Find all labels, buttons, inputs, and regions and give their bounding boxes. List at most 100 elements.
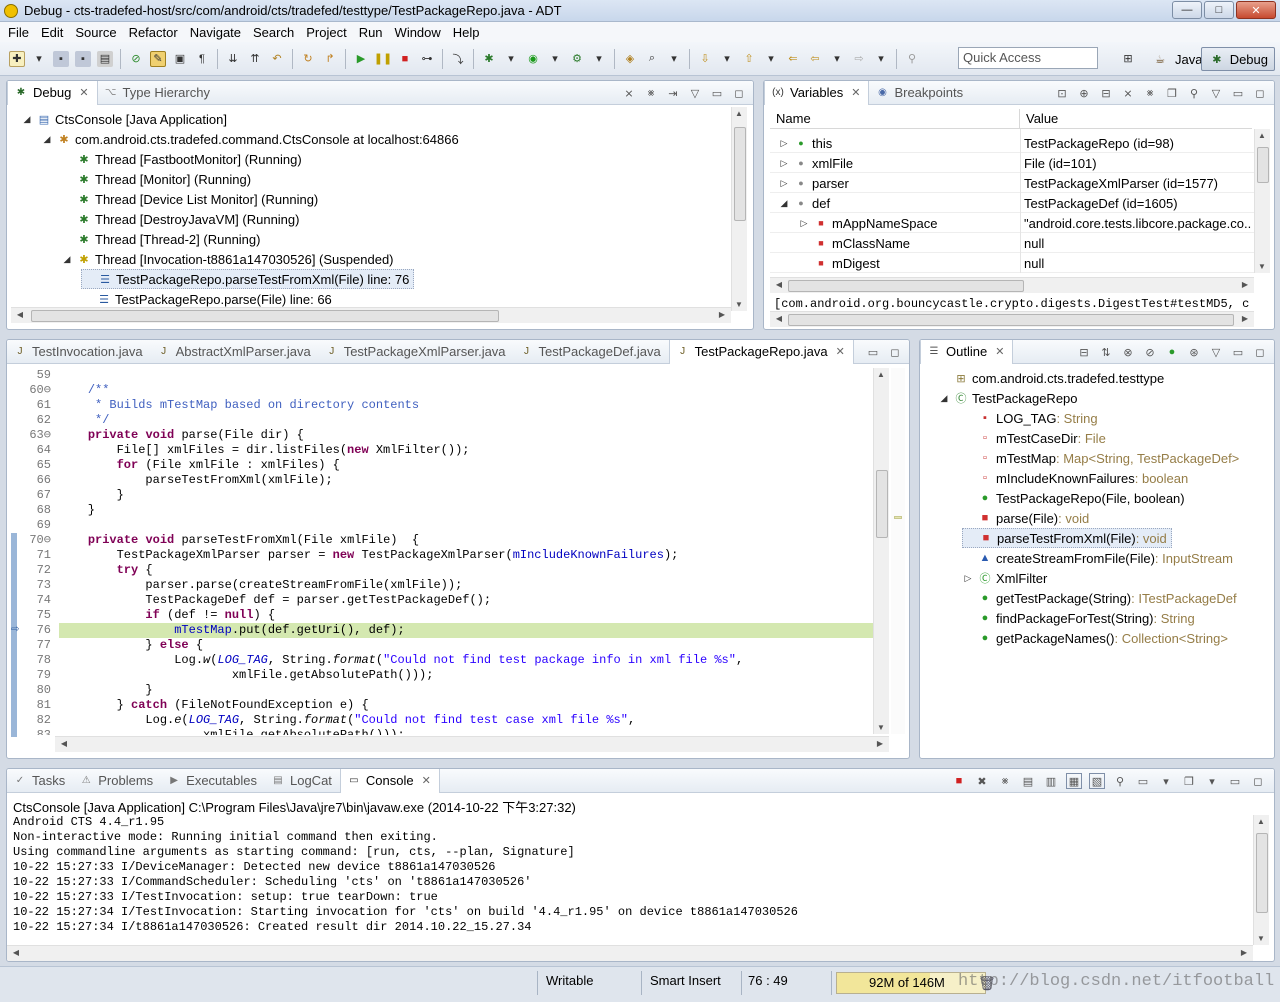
code-line[interactable]: 78 Log.w(LOG_TAG, String.format("Could n… — [11, 653, 873, 668]
hide-nonpublic-icon[interactable]: ● — [1164, 344, 1180, 360]
variable-value[interactable]: File (id=101) — [1024, 153, 1252, 173]
step-return-icon[interactable]: ↱ — [322, 51, 338, 67]
code-line[interactable]: 59 — [11, 368, 873, 383]
show-logical-structure-icon[interactable]: ⊕ — [1076, 85, 1092, 101]
console-vertical-scrollbar[interactable]: ▲ ▼ — [1253, 815, 1269, 945]
editor-tab-abstractxmlparser-java[interactable]: J AbstractXmlParser.java — [151, 340, 319, 364]
show-type-names-icon[interactable]: ⊡ — [1054, 85, 1070, 101]
block-selection-icon[interactable]: ▣ — [172, 51, 188, 67]
tab-problems[interactable]: ⚠ Problems — [73, 769, 161, 793]
minimize-view-icon[interactable]: ▭ — [865, 344, 881, 360]
tab-logcat[interactable]: ▤ LogCat — [265, 769, 340, 793]
last-edit-icon[interactable]: ↶ — [269, 51, 285, 67]
open-type-icon[interactable]: ◈ — [622, 51, 638, 67]
minimize-button[interactable]: — — [1172, 1, 1202, 19]
code-line[interactable]: 77 } else { — [11, 638, 873, 653]
variable-value[interactable]: null — [1024, 233, 1252, 253]
refresh-icon[interactable]: ↻ — [300, 51, 316, 67]
dropdown-arrow-icon[interactable]: ▾ — [591, 51, 607, 67]
remove-terminated-icon[interactable]: ⨯ — [621, 85, 637, 101]
close-button[interactable]: ✕ — [1236, 1, 1276, 19]
console-horizontal-scrollbar[interactable]: ◀ ▶ — [7, 945, 1253, 961]
close-tab-icon[interactable]: ✕ — [422, 774, 431, 787]
code-line[interactable]: 60⊖ /** — [11, 383, 873, 398]
view-menu-icon[interactable]: ▽ — [1208, 85, 1224, 101]
overview-ruler-marker[interactable] — [894, 516, 902, 519]
new-window-icon[interactable]: ❐ — [1164, 85, 1180, 101]
next-edit-icon[interactable]: ⇩ — [697, 51, 713, 67]
variable-value[interactable]: null — [1024, 253, 1252, 273]
variable-detail-pane[interactable]: [com.android.org.bouncycastle.crypto.dig… — [774, 297, 1250, 311]
outline-item[interactable]: ● findPackageForTest(String) : String — [962, 608, 1195, 628]
tab-debug[interactable]: ✱ Debug ✕ — [7, 81, 98, 105]
editor-tab-testpackagedef-java[interactable]: J TestPackageDef.java — [514, 340, 669, 364]
code-line[interactable]: 70⊖ private void parseTestFromXml(File x… — [11, 533, 873, 548]
print-icon[interactable]: ▤ — [97, 50, 113, 67]
close-tab-icon[interactable]: ✕ — [851, 86, 860, 99]
scroll-thumb[interactable] — [1256, 833, 1268, 913]
remove-all-terminated-icon[interactable]: ⨳ — [643, 85, 659, 101]
expand-toggle-icon[interactable]: ◢ — [61, 254, 73, 265]
expand-toggle-icon[interactable]: ▷ — [778, 178, 790, 189]
code-line[interactable]: 80 } — [11, 683, 873, 698]
scroll-thumb[interactable] — [788, 314, 1234, 326]
code-line[interactable]: 76 mTestMap.put(def.getUri(), def); — [11, 623, 873, 638]
variable-row[interactable]: ■ mDigest — [798, 253, 1014, 273]
show-whitespace-icon[interactable]: ¶ — [194, 51, 210, 67]
debug-tree-item[interactable]: ◢ ✱ com.android.cts.tradefed.command.CtsCo… — [41, 129, 459, 149]
dropdown-arrow-icon[interactable]: ▾ — [1158, 773, 1174, 789]
menu-source[interactable]: Source — [69, 25, 122, 40]
maximize-view-icon[interactable]: ◻ — [1252, 344, 1268, 360]
debug-tree-item[interactable]: ◢ ▤ CtsConsole [Java Application] — [21, 109, 227, 129]
dropdown-arrow-icon[interactable]: ▾ — [873, 51, 889, 67]
perspective-java-button[interactable]: ☕ Java — [1143, 47, 1208, 71]
outline-item[interactable]: ■ parseTestFromXml(File) : void — [962, 528, 1172, 548]
search-icon[interactable]: ⌕ — [644, 51, 660, 67]
code-line[interactable]: 79 xmlFile.getAbsolutePath())); — [11, 668, 873, 683]
scroll-thumb[interactable] — [1257, 147, 1269, 183]
tab-outline[interactable]: ☰ Outline ✕ — [920, 340, 1014, 364]
pin-console-icon[interactable]: ⚲ — [1112, 773, 1128, 789]
variable-row[interactable]: ▷ ■ mAppNameSpace — [798, 213, 1014, 233]
previous-annotation-icon[interactable]: ⇈ — [247, 51, 263, 67]
minimize-view-icon[interactable]: ▭ — [1230, 85, 1246, 101]
variables-column-value[interactable]: Value — [1020, 109, 1252, 129]
close-tab-icon[interactable]: ✕ — [836, 345, 845, 358]
outline-item[interactable]: ▪ LOG_TAG : String — [962, 408, 1098, 428]
tab-type-hierarchy[interactable]: ⌥ Type Hierarchy — [98, 81, 218, 105]
open-perspective-icon[interactable]: ⊞ — [1120, 50, 1136, 66]
scroll-thumb[interactable] — [876, 470, 888, 538]
menu-navigate[interactable]: Navigate — [184, 25, 247, 40]
code-line[interactable]: 61 * Builds mTestMap based on directory … — [11, 398, 873, 413]
maximize-button[interactable]: □ — [1204, 1, 1234, 19]
expand-toggle-icon[interactable]: ◢ — [778, 198, 790, 209]
variable-value[interactable]: TestPackageDef (id=1605) — [1024, 193, 1252, 213]
open-console-icon[interactable]: ❐ — [1181, 773, 1197, 789]
debug-tree-item[interactable]: ✱ Thread [DestroyJavaVM] (Running) — [61, 209, 299, 229]
perspective-debug-button[interactable]: ✱ Debug — [1201, 47, 1275, 71]
debug-tree-item[interactable]: ✱ Thread [Monitor] (Running) — [61, 169, 251, 189]
debug-vertical-scrollbar[interactable]: ▲ ▼ — [731, 107, 747, 311]
remove-all-launches-icon[interactable]: ⨳ — [997, 773, 1013, 789]
terminate-icon[interactable]: ■ — [397, 51, 413, 67]
code-line[interactable]: 74 TestPackageDef def = parser.getTestPa… — [11, 593, 873, 608]
overview-ruler[interactable] — [891, 368, 905, 734]
tab-executables[interactable]: ▶ Executables — [161, 769, 265, 793]
dropdown-arrow-icon[interactable]: ▾ — [719, 51, 735, 67]
menu-run[interactable]: Run — [353, 25, 389, 40]
suspend-icon[interactable]: ❚❚ — [374, 51, 392, 67]
drop-to-frame-icon[interactable]: ⤵ — [450, 51, 466, 67]
hide-static-icon[interactable]: ⊘ — [1142, 344, 1158, 360]
debug-tree-item[interactable]: ☰ TestPackageRepo.parseTestFromXml(File) … — [81, 269, 415, 289]
scroll-thumb[interactable] — [788, 280, 1024, 292]
expand-toggle-icon[interactable]: ◢ — [21, 114, 33, 125]
toggle-mark-occurrences-icon[interactable]: ✎ — [150, 50, 166, 67]
debug-icon[interactable]: ✱ — [481, 51, 497, 67]
variable-value[interactable]: "android.core.tests.libcore.package.co..… — [1024, 213, 1252, 233]
back-arrow-icon[interactable]: ⇦ — [807, 51, 823, 67]
code-line[interactable]: 68 } — [11, 503, 873, 518]
menu-file[interactable]: File — [2, 25, 35, 40]
code-line[interactable]: 73 parser.parse(createStreamFromFile(xml… — [11, 578, 873, 593]
debug-horizontal-scrollbar[interactable]: ◀ ▶ — [11, 307, 731, 323]
step-filters-icon[interactable]: ⇥ — [665, 85, 681, 101]
